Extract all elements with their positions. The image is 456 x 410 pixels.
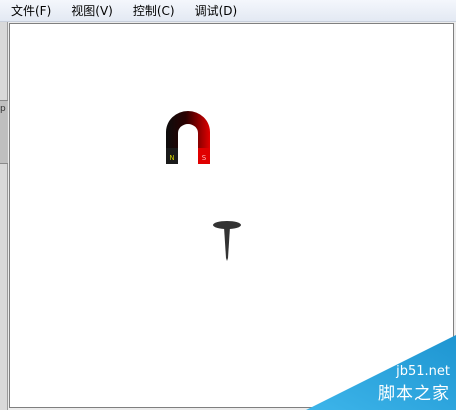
watermark-url: jb51.net (396, 364, 450, 379)
menu-file[interactable]: 文件(F) (8, 0, 54, 21)
magnet-sprite[interactable]: N S (165, 110, 211, 166)
menu-bar: 文件(F) 视图(V) 控制(C) 调试(D) (0, 0, 456, 22)
menu-control[interactable]: 控制(C) (130, 0, 178, 21)
magnet-pole-n: N (169, 154, 174, 162)
watermark: jb51.net 脚本之家 (306, 335, 456, 410)
side-panel-edge[interactable]: p (0, 22, 8, 410)
menu-view[interactable]: 视图(V) (68, 0, 116, 21)
side-panel-glyph: p (0, 104, 6, 114)
magnet-pole-s: S (202, 154, 207, 162)
menu-debug[interactable]: 调试(D) (192, 0, 241, 21)
nail-sprite[interactable] (211, 220, 243, 262)
watermark-site-name: 脚本之家 (378, 384, 450, 404)
nail-shank (224, 227, 230, 261)
